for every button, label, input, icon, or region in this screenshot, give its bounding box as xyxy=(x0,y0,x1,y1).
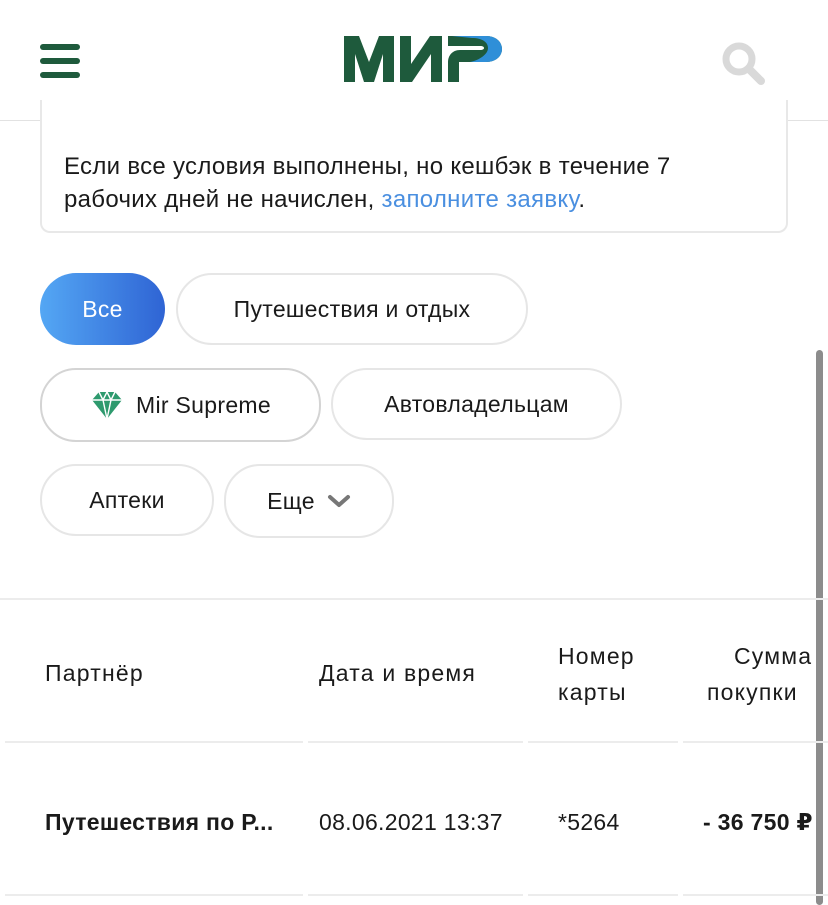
filter-all-label: Все xyxy=(82,295,123,322)
menu-icon[interactable] xyxy=(40,44,80,78)
row-separator xyxy=(528,894,678,896)
row-partner[interactable]: Путешествия по Р... xyxy=(45,809,274,836)
header-separator xyxy=(683,741,828,743)
filter-car-owners-label: Автовладельцам xyxy=(384,390,569,417)
search-icon[interactable] xyxy=(720,40,766,86)
header-separator xyxy=(5,741,303,743)
filter-mir-supreme-label: Mir Supreme xyxy=(136,391,271,418)
row-separator xyxy=(5,894,303,896)
filter-pharmacy[interactable]: Аптеки xyxy=(40,464,214,536)
diamond-icon xyxy=(92,390,123,420)
filter-mir-supreme[interactable]: Mir Supreme xyxy=(40,368,321,442)
row-separator xyxy=(308,894,523,896)
filter-more-label: Еще xyxy=(267,487,315,514)
header-sum-line1: Сумма xyxy=(734,643,813,669)
submit-request-link[interactable]: заполните заявку xyxy=(382,186,579,213)
filter-car-owners[interactable]: Автовладельцам xyxy=(331,368,622,440)
row-card: *5264 xyxy=(558,809,620,835)
row-datetime: 08.06.2021 13:37 xyxy=(319,809,503,835)
filter-travel[interactable]: Путешествия и отдых xyxy=(176,273,528,345)
filter-all[interactable]: Все xyxy=(40,273,165,345)
header-sum-line2: покупки xyxy=(707,679,798,705)
header-card-line1: Номер xyxy=(558,643,635,669)
mir-logo[interactable] xyxy=(342,32,504,84)
notice-text: Если все условия выполнены, но кешбэк в … xyxy=(64,150,764,216)
row-separator xyxy=(683,894,828,896)
row-amount: - 36 750 ₽ xyxy=(703,809,813,835)
chevron-down-icon xyxy=(327,495,350,507)
notice-period: . xyxy=(578,186,586,213)
header-datetime: Дата и время xyxy=(319,660,477,686)
filter-travel-label: Путешествия и отдых xyxy=(233,295,471,322)
filter-more-dropdown[interactable]: Еще xyxy=(224,464,394,538)
header-separator xyxy=(528,741,678,743)
table-top-divider xyxy=(0,598,828,600)
header-card-line2: карты xyxy=(558,679,627,705)
scrollbar[interactable] xyxy=(816,350,823,905)
header-separator xyxy=(308,741,523,743)
filter-pharmacy-label: Аптеки xyxy=(89,486,165,513)
header-partner: Партнёр xyxy=(45,660,144,686)
cashback-notice: Если все условия выполнены, но кешбэк в … xyxy=(40,100,788,233)
